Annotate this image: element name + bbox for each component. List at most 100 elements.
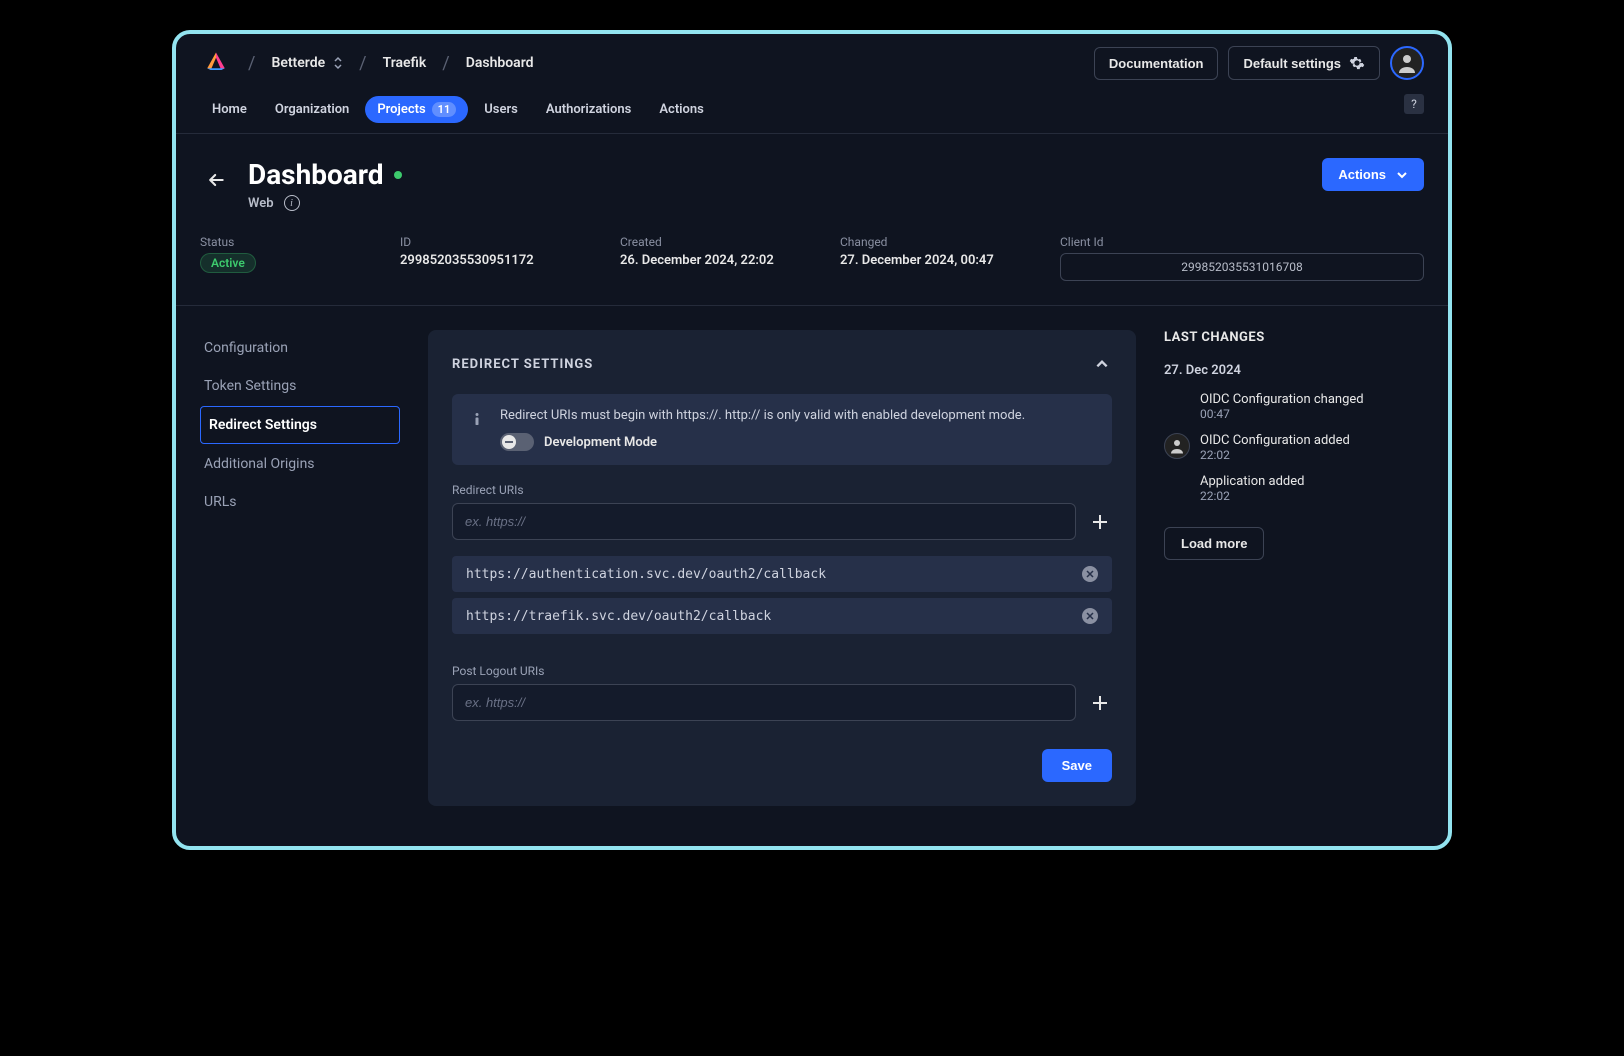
meta-id-value: 299852035530951172 [400, 253, 600, 268]
back-button[interactable] [200, 164, 232, 196]
meta-id: ID 299852035530951172 [400, 235, 600, 281]
change-text: OIDC Configuration changed [1200, 392, 1364, 407]
topbar: / Betterde / Traefik / Dashboard Documen… [176, 34, 1448, 92]
nav-organization[interactable]: Organization [263, 96, 361, 123]
default-settings-label: Default settings [1243, 56, 1341, 71]
meta-id-label: ID [400, 235, 600, 249]
default-settings-button[interactable]: Default settings [1228, 46, 1380, 80]
meta-changed-value: 27. December 2024, 00:47 [840, 253, 1040, 268]
meta-changed: Changed 27. December 2024, 00:47 [840, 235, 1040, 281]
main-grid: Configuration Token Settings Redirect Se… [200, 306, 1424, 806]
change-avatar [1164, 433, 1190, 459]
breadcrumb: / Betterde / Traefik / Dashboard [242, 53, 1084, 74]
dev-mode-label: Development Mode [544, 435, 657, 450]
breadcrumb-org-label: Betterde [271, 55, 325, 71]
sidenav-urls[interactable]: URLs [200, 484, 400, 520]
change-text: OIDC Configuration added [1200, 433, 1350, 448]
dev-mode-toggle[interactable] [500, 433, 534, 451]
meta-created: Created 26. December 2024, 22:02 [620, 235, 820, 281]
panel-header: REDIRECT SETTINGS [452, 354, 1112, 374]
post-logout-input-row [452, 684, 1112, 721]
plus-icon [1091, 513, 1109, 531]
close-icon [1086, 612, 1094, 620]
change-row: OIDC Configuration changed 00:47 [1164, 392, 1424, 421]
nav-projects-badge: 11 [432, 102, 457, 117]
sidenav-redirect-settings[interactable]: Redirect Settings [200, 406, 400, 444]
last-changes: LAST CHANGES 27. Dec 2024 OIDC Configura… [1164, 330, 1424, 806]
meta-clientid-label: Client Id [1060, 235, 1424, 249]
breadcrumb-org[interactable]: Betterde [271, 55, 343, 71]
load-more-button[interactable]: Load more [1164, 527, 1264, 560]
post-logout-input[interactable] [452, 684, 1076, 721]
redirect-uri-input-row [452, 503, 1112, 540]
app-window: / Betterde / Traefik / Dashboard Documen… [172, 30, 1452, 850]
redirect-uri-row: https://authentication.svc.dev/oauth2/ca… [452, 556, 1112, 592]
sidenav-token-settings[interactable]: Token Settings [200, 368, 400, 404]
nav-home[interactable]: Home [200, 96, 259, 123]
redirect-uri-input[interactable] [452, 503, 1076, 540]
page-header: Dashboard Web i Actions [200, 158, 1424, 211]
change-avatar-placeholder [1164, 392, 1190, 418]
change-row: Application added 22:02 [1164, 474, 1424, 503]
actions-button[interactable]: Actions [1322, 158, 1424, 191]
documentation-button[interactable]: Documentation [1094, 47, 1219, 80]
dev-mode-row: Development Mode [500, 433, 1025, 451]
info-icon[interactable]: i [284, 195, 300, 211]
user-avatar[interactable] [1390, 46, 1424, 80]
breadcrumb-project[interactable]: Traefik [383, 55, 427, 71]
nav-projects[interactable]: Projects 11 [365, 96, 468, 123]
page-subtitle: Web [248, 196, 274, 211]
nav-authorizations[interactable]: Authorizations [534, 96, 644, 123]
redirect-uri-value: https://traefik.svc.dev/oauth2/callback [466, 609, 771, 624]
breadcrumb-sep: / [353, 53, 372, 74]
redirect-uri-row: https://traefik.svc.dev/oauth2/callback [452, 598, 1112, 634]
change-time: 22:02 [1200, 489, 1304, 503]
banner-text: Redirect URIs must begin with https://. … [500, 408, 1025, 423]
status-dot-icon [394, 171, 402, 179]
sidenav: Configuration Token Settings Redirect Se… [200, 330, 400, 806]
chevron-down-icon [1396, 169, 1408, 181]
sidenav-configuration[interactable]: Configuration [200, 330, 400, 366]
status-badge: Active [200, 253, 256, 273]
change-text: Application added [1200, 474, 1304, 489]
sidenav-additional-origins[interactable]: Additional Origins [200, 446, 400, 482]
change-avatar-placeholder [1164, 474, 1190, 500]
meta-created-label: Created [620, 235, 820, 249]
breadcrumb-sep: / [436, 53, 455, 74]
meta-changed-label: Changed [840, 235, 1040, 249]
remove-uri-button[interactable] [1082, 566, 1098, 582]
change-row: OIDC Configuration added 22:02 [1164, 433, 1424, 462]
add-redirect-uri-button[interactable] [1088, 510, 1112, 534]
meta-created-value: 26. December 2024, 22:02 [620, 253, 820, 268]
content: Dashboard Web i Actions Status Active ID [176, 134, 1448, 806]
chevron-up-icon [1095, 357, 1109, 371]
last-changes-title: LAST CHANGES [1164, 330, 1424, 345]
meta-status: Status Active [200, 235, 380, 281]
meta-clientid: Client Id 299852035531016708 [1060, 235, 1424, 281]
panel-title: REDIRECT SETTINGS [452, 357, 593, 372]
page-title: Dashboard [248, 158, 384, 191]
nav-users[interactable]: Users [472, 96, 530, 123]
nav-actions[interactable]: Actions [647, 96, 716, 123]
change-time: 22:02 [1200, 448, 1350, 462]
plus-icon [1091, 694, 1109, 712]
logo-icon [200, 47, 232, 79]
info-banner-icon [468, 410, 486, 428]
add-post-logout-button[interactable] [1088, 691, 1112, 715]
breadcrumb-page[interactable]: Dashboard [466, 55, 534, 71]
actions-button-label: Actions [1338, 167, 1386, 182]
collapse-button[interactable] [1092, 354, 1112, 374]
nav-projects-label: Projects [377, 102, 425, 117]
save-button[interactable]: Save [1042, 749, 1112, 782]
change-time: 00:47 [1200, 407, 1364, 421]
banner-content: Redirect URIs must begin with https://. … [500, 408, 1025, 451]
selector-icon [333, 56, 343, 70]
gear-icon [1349, 55, 1365, 71]
info-banner: Redirect URIs must begin with https://. … [452, 394, 1112, 465]
remove-uri-button[interactable] [1082, 608, 1098, 624]
help-button[interactable]: ? [1404, 94, 1424, 114]
redirect-uri-value: https://authentication.svc.dev/oauth2/ca… [466, 567, 826, 582]
client-id-box[interactable]: 299852035531016708 [1060, 253, 1424, 281]
redirect-uris-label: Redirect URIs [452, 483, 1112, 497]
changes-date-header: 27. Dec 2024 [1164, 363, 1424, 378]
